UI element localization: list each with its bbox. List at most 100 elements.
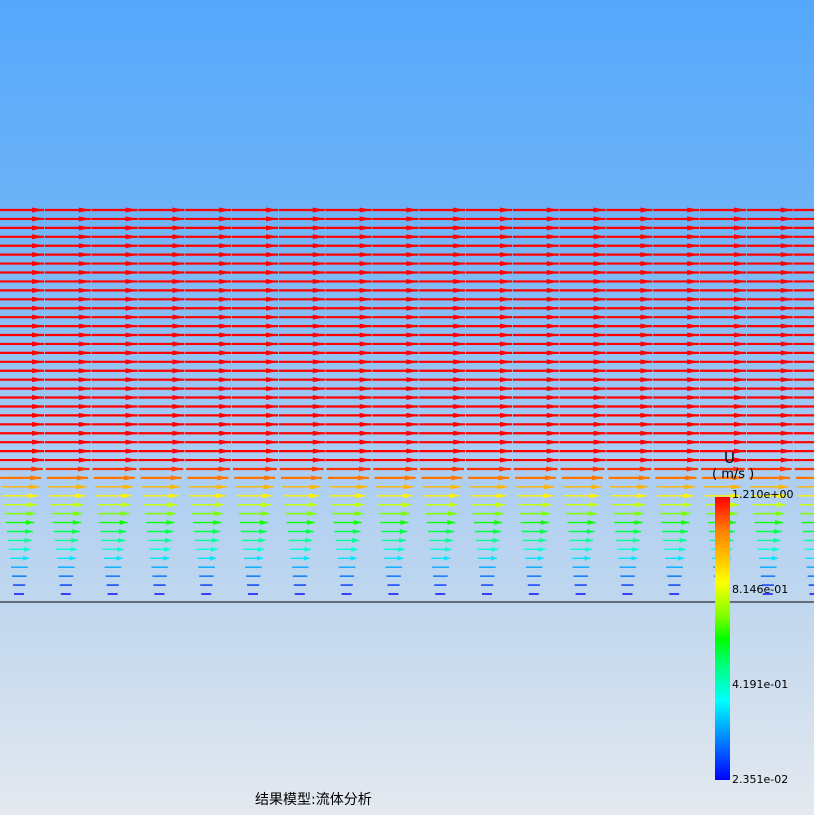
vector-arrowhead: [266, 403, 278, 409]
vector-arrowhead: [78, 350, 91, 356]
vector-arrowhead: [78, 359, 91, 365]
vector-arrowhead: [687, 207, 700, 213]
vector-arrowhead: [398, 537, 406, 543]
vector-arrowhead: [780, 377, 793, 383]
vector-arrowhead: [164, 537, 172, 543]
vector-arrowhead: [500, 377, 512, 383]
vector-arrowhead: [593, 305, 606, 311]
vector-arrowhead: [541, 511, 551, 517]
vector-arrowhead: [453, 350, 466, 356]
vector-arrowhead: [304, 546, 312, 552]
vector-arrowhead: [117, 546, 124, 552]
vector-arrowhead: [312, 234, 325, 240]
vector-arrowhead: [172, 225, 185, 231]
vector-arrowhead: [311, 475, 323, 481]
vector-arrowhead: [687, 421, 700, 427]
vector-arrowhead: [640, 430, 653, 436]
vector-arrowhead: [172, 287, 185, 293]
vector-arrowhead: [219, 350, 232, 356]
vector-arrowhead: [213, 520, 222, 526]
vector-arrowhead: [546, 296, 559, 302]
vector-arrowhead: [780, 278, 793, 284]
vector-arrowhead: [312, 377, 325, 383]
vector-arrowhead: [352, 528, 361, 534]
vector-arrowhead: [679, 537, 687, 543]
vector-arrowhead: [219, 323, 232, 329]
vector-arrowhead: [687, 305, 700, 311]
vector-arrowhead: [172, 332, 185, 338]
vector-arrowhead: [686, 466, 699, 472]
vector-arrowhead: [546, 314, 559, 320]
vector-arrowhead: [682, 502, 693, 508]
vector-arrowhead: [780, 216, 793, 222]
vector-arrowhead: [406, 270, 419, 276]
vector-arrowhead: [266, 412, 278, 418]
vector-arrowhead: [359, 296, 372, 302]
vector-arrowhead: [359, 403, 372, 409]
vector-arrowhead: [359, 261, 372, 267]
vector-arrowhead: [266, 332, 278, 338]
vector-arrowhead: [78, 314, 91, 320]
vector-arrowhead: [500, 448, 512, 454]
result-model-caption: 结果模型:流体分析: [255, 792, 372, 808]
vector-arrowhead: [125, 234, 138, 240]
vector-arrowhead: [214, 511, 223, 517]
vector-arrowhead: [32, 403, 44, 409]
vector-arrowhead: [546, 243, 559, 249]
vector-arrowhead: [216, 484, 227, 490]
vector-arrowhead: [359, 207, 372, 213]
vector-arrowhead: [780, 466, 792, 472]
vector-arrowhead: [32, 341, 44, 347]
vector-arrowhead: [500, 287, 512, 293]
vector-arrowhead: [359, 395, 372, 401]
vector-arrowhead: [538, 546, 546, 552]
vector-arrowhead: [303, 555, 310, 561]
vector-arrowhead: [593, 278, 606, 284]
vector-arrowhead: [498, 475, 510, 481]
vector-arrowhead: [266, 350, 278, 356]
vector-arrowhead: [32, 270, 44, 276]
vector-arrowhead: [356, 493, 366, 499]
vector-arrowhead: [214, 502, 225, 508]
vector-arrowhead: [78, 448, 91, 454]
vector-arrowhead: [217, 475, 229, 481]
vector-arrowhead: [32, 350, 44, 356]
vector-arrowhead: [453, 305, 466, 311]
vector-arrowhead: [266, 261, 278, 267]
vector-arrowhead: [312, 395, 325, 401]
vector-arrowhead: [734, 225, 746, 231]
vector-arrowhead: [593, 261, 606, 267]
vector-arrowhead: [172, 386, 185, 392]
vector-arrowhead: [687, 278, 700, 284]
vector-arrowhead: [350, 555, 357, 561]
vector-arrowhead: [640, 234, 653, 240]
vector-arrowhead: [77, 475, 89, 481]
vector-arrowhead: [167, 511, 176, 517]
vector-arrowhead: [632, 546, 639, 552]
vector-arrowhead: [687, 296, 700, 302]
vector-arrowhead: [312, 287, 325, 293]
vector-arrowhead: [266, 216, 278, 222]
vector-arrowhead: [635, 511, 644, 517]
vector-arrowhead: [32, 207, 44, 213]
vector-arrowhead: [165, 528, 174, 534]
vector-arrowhead: [32, 448, 44, 454]
vector-arrowhead: [492, 537, 500, 543]
vector-arrowhead: [125, 359, 138, 365]
vector-arrowhead: [172, 252, 185, 258]
vector-arrowhead: [640, 216, 653, 222]
vector-arrowhead: [780, 341, 793, 347]
vector-arrowhead: [266, 243, 278, 249]
vector-arrowhead: [687, 287, 700, 293]
vector-arrowhead: [406, 430, 419, 436]
vector-arrowhead: [546, 377, 559, 383]
vector-arrowhead: [546, 261, 559, 267]
vector-arrowhead: [402, 493, 413, 499]
vector-arrowhead: [406, 395, 419, 401]
vector-arrowhead: [78, 412, 91, 418]
vector-arrowhead: [640, 243, 653, 249]
vector-arrowhead: [359, 430, 372, 436]
vector-arrowhead: [734, 314, 746, 320]
vector-arrowhead: [640, 350, 653, 356]
vector-arrowhead: [453, 412, 466, 418]
